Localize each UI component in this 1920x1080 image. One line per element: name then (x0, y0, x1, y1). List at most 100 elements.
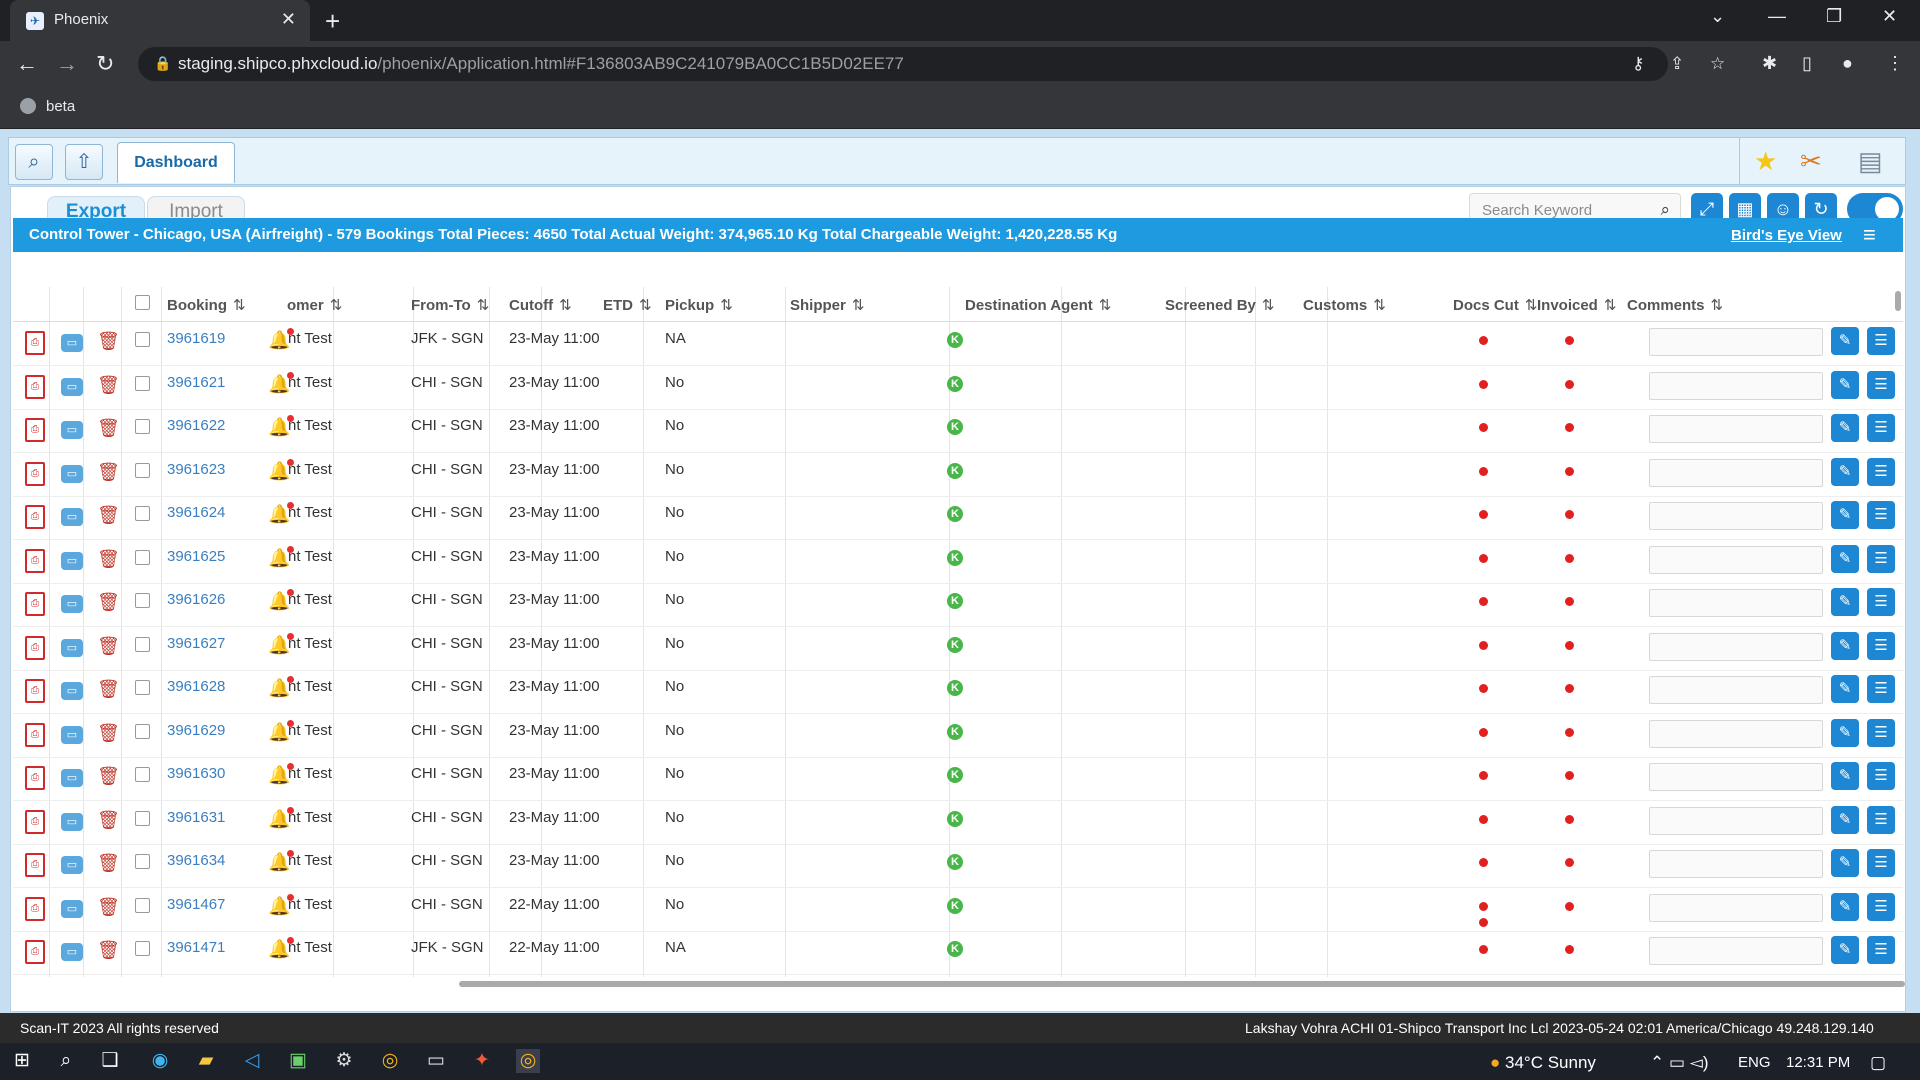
details-button[interactable]: ☰ (1867, 631, 1895, 660)
delete-icon[interactable]: 🗑 (97, 723, 120, 744)
browser-tab[interactable]: ✈ Phoenix ✕ (10, 0, 310, 41)
col-pickup[interactable]: Pickup ⇅ (665, 296, 733, 314)
booking-link[interactable]: 3961467 (167, 896, 225, 913)
row-checkbox[interactable] (135, 375, 150, 391)
pdf-icon[interactable]: ⎙ (25, 592, 45, 616)
details-button[interactable]: ☰ (1867, 544, 1895, 573)
details-button[interactable]: ☰ (1867, 588, 1895, 616)
details-button[interactable]: ☰ (1867, 501, 1895, 529)
back-icon[interactable]: ← (16, 51, 38, 77)
row-checkbox[interactable] (135, 332, 150, 347)
shipper-status-icon[interactable]: K (947, 941, 963, 957)
edit-note-button[interactable]: ✎ (1831, 718, 1859, 747)
message-icon[interactable]: ▭ (61, 595, 83, 613)
message-icon[interactable]: ▭ (61, 421, 83, 439)
vscode-icon[interactable]: ◁ (240, 1049, 264, 1073)
pdf-icon[interactable]: ⎙ (25, 766, 45, 790)
col-customer[interactable]: omer ⇅ (287, 296, 342, 314)
delete-icon[interactable]: 🗑 (97, 418, 120, 439)
settings-icon[interactable]: ⚙ (332, 1049, 356, 1073)
close-window-button[interactable]: ✕ (1882, 6, 1897, 27)
details-button[interactable]: ☰ (1867, 936, 1895, 964)
pdf-icon[interactable]: ⎙ (25, 853, 45, 877)
comment-input[interactable] (1649, 719, 1823, 748)
message-icon[interactable]: ▭ (61, 464, 83, 483)
comment-input[interactable] (1649, 371, 1823, 400)
row-checkbox[interactable] (135, 810, 150, 826)
pdf-icon[interactable]: ⎙ (25, 940, 45, 964)
table-row[interactable]: ⎙ ▭ 🗑 3961625 🔔 nt Test CHI - SGN 23-May 11:00 N… (13, 540, 1903, 584)
details-button[interactable]: ☰ (1867, 805, 1895, 834)
shipper-status-icon[interactable]: K (947, 636, 963, 653)
pdf-icon[interactable]: ⎙ (25, 505, 45, 529)
col-screened-by[interactable]: Screened By ⇅ (1165, 296, 1274, 314)
booking-link[interactable]: 3961619 (167, 330, 225, 347)
shipper-status-icon[interactable]: K (947, 419, 963, 435)
notifications-icon[interactable]: ▢ (1870, 1053, 1886, 1073)
message-icon[interactable]: ▭ (61, 725, 83, 744)
delete-icon[interactable]: 🗑 (97, 636, 120, 657)
horizontal-scrollbar[interactable] (459, 981, 1905, 987)
table-row[interactable]: ⎙ ▭ 🗑 3961624 🔔 nt Test CHI - SGN 23-May 11:00 N… (13, 496, 1903, 540)
col-comments[interactable]: Comments ⇅ (1627, 296, 1723, 314)
delete-icon[interactable]: 🗑 (97, 897, 120, 918)
terminal-icon[interactable]: ▭ (424, 1049, 448, 1073)
shipper-status-icon[interactable]: K (947, 723, 963, 740)
delete-icon[interactable]: 🗑 (97, 462, 120, 483)
minimize-button[interactable]: — (1768, 6, 1786, 27)
edit-note-button[interactable]: ✎ (1831, 631, 1859, 660)
edit-note-button[interactable]: ✎ (1831, 892, 1859, 921)
edit-note-button[interactable]: ✎ (1831, 501, 1859, 529)
row-checkbox[interactable] (135, 854, 150, 869)
close-tab-icon[interactable]: ✕ (281, 9, 296, 30)
shipper-status-icon[interactable]: K (947, 549, 963, 566)
message-icon[interactable]: ▭ (61, 334, 83, 352)
row-checkbox[interactable] (135, 419, 150, 434)
details-button[interactable]: ☰ (1867, 849, 1895, 877)
delete-icon[interactable]: 🗑 (97, 375, 120, 396)
pdf-icon[interactable]: ⎙ (25, 679, 45, 703)
url-text[interactable]: staging.shipco.phxcloud.io/phoenix/Appli… (178, 54, 904, 74)
share-icon[interactable]: ⇪ (1670, 54, 1684, 74)
edit-note-button[interactable]: ✎ (1831, 370, 1859, 399)
details-button[interactable]: ☰ (1867, 892, 1895, 921)
message-icon[interactable]: ▭ (61, 769, 83, 787)
pdf-icon[interactable]: ⎙ (25, 896, 45, 921)
comment-input[interactable] (1649, 850, 1823, 878)
row-checkbox[interactable] (135, 593, 150, 608)
edit-note-button[interactable]: ✎ (1831, 936, 1859, 964)
col-booking[interactable]: Booking ⇅ (167, 296, 246, 314)
col-shipper[interactable]: Shipper ⇅ (790, 296, 864, 314)
table-row[interactable]: ⎙ ▭ 🗑 3961627 🔔 nt Test CHI - SGN 23-May 11:00 N… (13, 627, 1903, 671)
edit-note-button[interactable]: ✎ (1831, 588, 1859, 616)
bookmark-star-icon[interactable]: ☆ (1710, 54, 1725, 74)
edit-note-button[interactable]: ✎ (1831, 805, 1859, 834)
details-button[interactable]: ☰ (1867, 327, 1895, 355)
message-icon[interactable]: ▭ (61, 377, 83, 396)
comment-input[interactable] (1649, 676, 1823, 704)
booking-link[interactable]: 3961629 (167, 722, 225, 739)
message-icon[interactable]: ▭ (61, 856, 83, 874)
reload-icon[interactable]: ↻ (96, 51, 114, 77)
comment-input[interactable] (1649, 893, 1823, 922)
table-row[interactable]: ⎙ ▭ 🗑 3961626 🔔 nt Test CHI - SGN 23-May 11:00 N… (13, 583, 1903, 627)
table-row[interactable]: ⎙ ▭ 🗑 3961619 🔔 nt Test JFK - SGN 23-May 11:00 N… (13, 322, 1903, 366)
edit-note-button[interactable]: ✎ (1831, 849, 1859, 877)
edge-icon[interactable]: ◉ (148, 1049, 172, 1073)
edit-note-button[interactable]: ✎ (1831, 544, 1859, 573)
message-icon[interactable]: ▭ (61, 943, 83, 961)
weather-widget[interactable]: ● 34°C Sunny (1490, 1053, 1596, 1073)
row-checkbox[interactable] (135, 723, 150, 739)
vertical-scrollbar[interactable] (1895, 291, 1901, 311)
comment-input[interactable] (1649, 458, 1823, 487)
birds-eye-view-link[interactable]: Bird's Eye View (1731, 227, 1842, 244)
col-customs[interactable]: Customs ⇅ (1303, 296, 1386, 314)
row-checkbox[interactable] (135, 636, 150, 652)
edit-note-button[interactable]: ✎ (1831, 457, 1859, 486)
extensions-icon[interactable]: ✱ (1762, 53, 1777, 74)
booking-link[interactable]: 3961625 (167, 548, 225, 565)
table-row[interactable]: ⎙ ▭ 🗑 3961629 🔔 nt Test CHI - SGN 23-May 11:00 N… (13, 714, 1903, 758)
booking-link[interactable]: 3961626 (167, 591, 225, 608)
task-view-icon[interactable]: ❑ (98, 1049, 122, 1073)
comment-input[interactable] (1649, 589, 1823, 617)
